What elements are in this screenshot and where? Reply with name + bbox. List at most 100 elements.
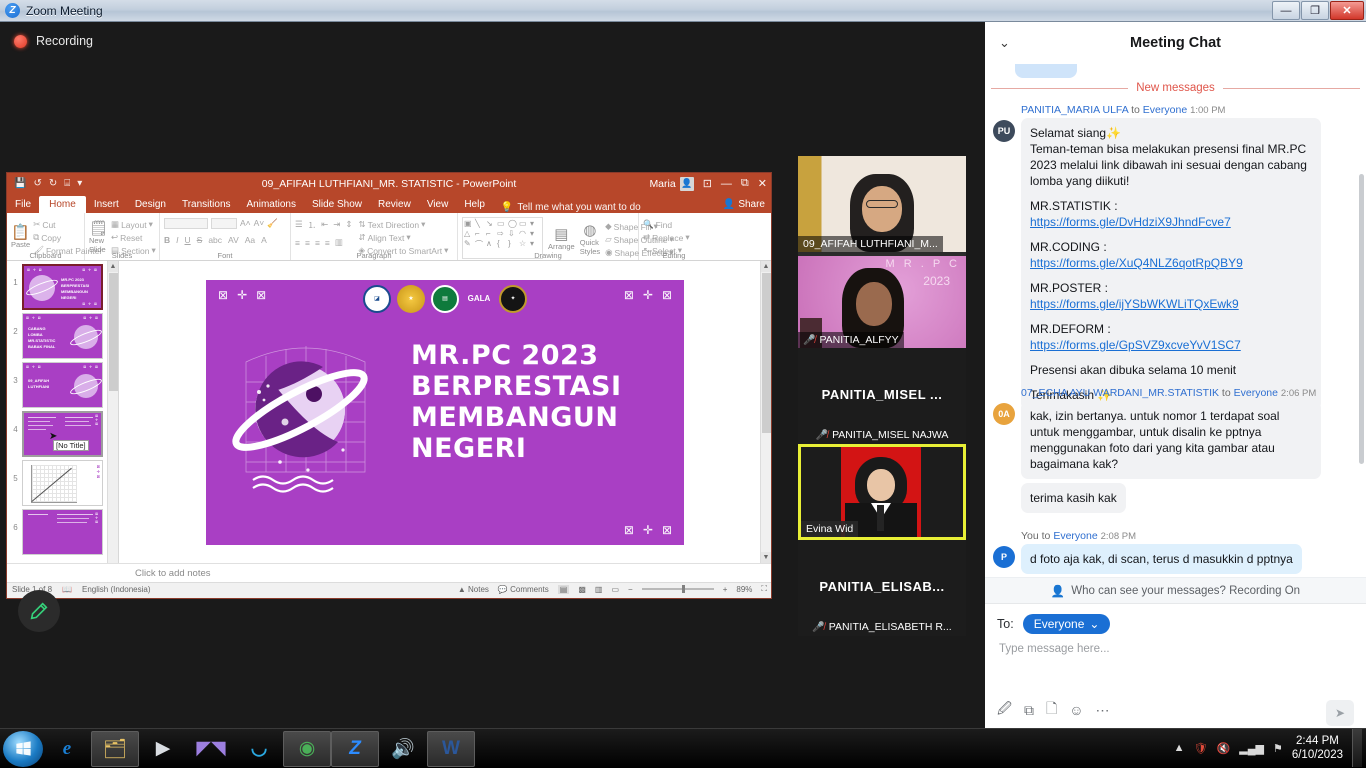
tell-me-search[interactable]: 💡 Tell me what you want to do (501, 202, 641, 213)
increase-font-icon[interactable]: A˄ (240, 218, 251, 228)
ppt-share-button[interactable]: 👤 Share (723, 199, 765, 210)
thumbnail-scrollbar[interactable]: ▲ (107, 261, 118, 563)
slide-scroll-down-icon[interactable]: ▼ (761, 552, 771, 563)
privacy-notice-bar[interactable]: 👤 Who can see your messages? Recording O… (985, 577, 1366, 603)
taskbar-movie-maker[interactable]: ◤◥ (187, 731, 235, 767)
notes-pane[interactable]: Click to add notes (7, 563, 771, 582)
video-tile-evina[interactable]: Evina Wid (798, 444, 966, 540)
copy-button[interactable]: ⧉ Copy (33, 232, 61, 243)
undo-icon[interactable]: ↺ (33, 178, 41, 189)
ppt-close-button[interactable]: ✕ (758, 177, 767, 190)
send-button[interactable]: ➤ (1326, 700, 1354, 726)
slide-sorter-button[interactable]: ▩ (578, 585, 586, 594)
present-icon[interactable]: ⌸ (64, 178, 70, 189)
windows-taskbar[interactable]: e 🗂 ▶ ◤◥ ◡ ◉ Z 🔊 W ▲ 🛡 🔇 ▂▄▆ ⚑ 2:44 PM 6… (0, 728, 1366, 768)
slide-editing-area[interactable]: ⊠ ✛ ⊠ ⊠ ✛ ⊠ ⊠ ✛ ⊠ ◪ ★ ▤ GALA ✦ MR.PC 202… (119, 261, 771, 563)
reset-button[interactable]: ↩ Reset (111, 232, 142, 243)
zoom-slider-knob[interactable] (681, 585, 685, 593)
antivirus-icon[interactable]: 🛡 (1194, 742, 1208, 755)
link-coding[interactable]: https://forms.gle/XuQ4NLZ6qotRpQBY9 (1030, 256, 1243, 270)
underline-button[interactable]: U (185, 235, 191, 245)
chat-message-echa[interactable]: 07_ECHA AYU WARDANI_MR.STATISTIK to Ever… (985, 387, 1366, 513)
file-icon[interactable]: 🗋 (1046, 698, 1057, 722)
slide-thumbnail-6[interactable]: ⊠ ✛ ⊠ (22, 509, 103, 555)
volume-muted-icon[interactable]: 🔇 (1217, 742, 1231, 755)
thumbnail-row-1[interactable]: 1 ⊠ ✛ ⊠ ⊠ ✛ ⊠ MR.PC 2023 BERPRESTASI MEM… (7, 261, 118, 310)
cut-button[interactable]: ✂ Cut (33, 219, 55, 230)
start-button[interactable] (3, 730, 43, 767)
bullets-icon[interactable]: ☰ (295, 219, 303, 230)
zoom-slider[interactable] (641, 585, 714, 593)
shadow-button[interactable]: S (197, 235, 203, 245)
slide-thumbnail-3[interactable]: ⊠ ✛ ⊠ ⊠ ✛ ⊠ 09_AFIFAH LUTHFIANI (22, 362, 103, 408)
tab-help[interactable]: Help (456, 196, 493, 213)
change-case-icon[interactable]: Aa (245, 235, 255, 245)
quick-access-toolbar[interactable]: 💾 ↺ ↻ ⌸ ▾ (14, 178, 82, 189)
slide-scroll-thumb[interactable] (762, 273, 771, 433)
tab-design[interactable]: Design (127, 196, 174, 213)
close-button[interactable]: ✕ (1330, 1, 1364, 20)
action-center-icon[interactable]: ⚑ (1273, 742, 1283, 755)
taskbar-file-explorer[interactable]: 🗂 (91, 730, 139, 767)
align-text-button[interactable]: ⇵ Align Text ▾ (359, 232, 411, 243)
link-deform[interactable]: https://forms.gle/GpSVZ9xcveYvV1SC7 (1030, 338, 1241, 352)
powerpoint-account[interactable]: Maria 👤 (649, 176, 694, 191)
chat-message-maria[interactable]: PANITIA_MARIA ULFA to Everyone 1:00 PM P… (985, 104, 1366, 410)
justify-icon[interactable]: ≡ (325, 238, 330, 248)
decrease-font-icon[interactable]: A˅ (254, 218, 265, 228)
thumbnail-row-3[interactable]: 3 ⊠ ✛ ⊠ ⊠ ✛ ⊠ 09_AFIFAH LUTHFIANI (7, 359, 118, 408)
minimize-button[interactable]: — (1272, 1, 1300, 20)
reading-view-button[interactable]: ▥ (595, 585, 603, 594)
network-icon[interactable]: ▂▄▆ (1239, 742, 1264, 755)
language-label[interactable]: English (Indonesia) (82, 585, 150, 594)
taskbar-microsoft-word[interactable]: W (427, 730, 475, 767)
emoji-icon[interactable]: ☺ (1069, 702, 1083, 718)
slide-thumbnail-5[interactable]: ⊠ ✛ ⊠ (22, 460, 103, 506)
link-statistik[interactable]: https://forms.gle/DvHdziX9JhndFcve7 (1030, 215, 1231, 229)
tab-insert[interactable]: Insert (86, 196, 127, 213)
character-spacing-icon[interactable]: AV (228, 235, 239, 245)
recipient-select[interactable]: Everyone ⌄ (1022, 614, 1111, 634)
taskbar-zoom[interactable]: Z (331, 730, 379, 767)
chevron-down-icon[interactable]: ⌄ (999, 35, 1010, 51)
taskbar-clock[interactable]: 2:44 PM 6/10/2023 (1292, 734, 1343, 762)
clear-formatting-icon[interactable]: 🧹 (267, 218, 278, 229)
text-direction-button[interactable]: ⇅ Text Direction ▾ (359, 219, 426, 230)
format-icon[interactable]: 🖉 (997, 698, 1012, 722)
thumbnail-row-6[interactable]: 6 ⊠ ✛ ⊠ (7, 506, 118, 555)
video-tile-afifah[interactable]: 09_AFIFAH LUTHFIANI_M... (798, 156, 966, 252)
more-icon[interactable]: ⋯ (1096, 702, 1110, 719)
taskbar-microsoft-edge[interactable]: ◡ (235, 731, 283, 767)
show-hidden-icons-button[interactable]: ▲ (1174, 742, 1185, 754)
video-tile-alfyy[interactable]: M R . P C 2023 🎤̸ PANITIA_ALFYY (798, 252, 966, 348)
numbering-icon[interactable]: ⒈ (308, 219, 317, 231)
font-family-select[interactable] (164, 217, 208, 229)
comments-toggle-button[interactable]: 💬 Comments (498, 585, 549, 594)
show-desktop-button[interactable] (1352, 729, 1362, 767)
thumbnail-scroll-up-icon[interactable]: ▲ (108, 261, 118, 272)
link-poster[interactable]: https://forms.gle/ijYSbWKWLiTQxEwk9 (1030, 297, 1239, 311)
slide-thumbnail-4[interactable]: ⊠ ✛ ⊠ [No Title] ➤ (22, 411, 103, 457)
participant-video-strip[interactable]: 09_AFIFAH LUTHFIANI_M... M R . P C 2023 … (798, 156, 966, 638)
zoom-in-button[interactable]: + (723, 585, 728, 594)
slide-thumbnail-pane[interactable]: 1 ⊠ ✛ ⊠ ⊠ ✛ ⊠ MR.PC 2023 BERPRESTASI MEM… (7, 261, 119, 563)
powerpoint-window[interactable]: 💾 ↺ ↻ ⌸ ▾ 09_AFIFAH LUTHFIANI_MR. STATIS… (6, 172, 772, 599)
video-tile-elisabeth[interactable]: PANITIA_ELISAB... 🎤̸ PANITIA_ELISABETH R… (798, 540, 966, 636)
system-tray[interactable]: ▲ 🛡 🔇 ▂▄▆ ⚑ 2:44 PM 6/10/2023 (1174, 728, 1366, 768)
ribbon-display-options-icon[interactable]: ⊡ (703, 177, 712, 190)
strikethrough-button[interactable]: abc (208, 235, 222, 245)
video-tile-misel[interactable]: PANITIA_MISEL ... 🎤̸ PANITIA_MISEL NAJWA (798, 348, 966, 444)
font-color-icon[interactable]: A (261, 235, 267, 245)
replace-button[interactable]: ⇄ Replace ▾ (643, 232, 690, 243)
thumbnail-row-5[interactable]: 5 ⊠ ✛ ⊠ (7, 457, 118, 506)
taskbar-volume-app[interactable]: 🔊 (379, 731, 427, 767)
align-right-icon[interactable]: ≡ (315, 238, 320, 248)
annotation-pencil-button[interactable] (18, 590, 60, 632)
customize-qat-icon[interactable]: ▾ (77, 178, 82, 189)
notes-toggle-button[interactable]: ▲ Notes (458, 585, 489, 594)
taskbar-internet-explorer[interactable]: e (43, 731, 91, 767)
spellcheck-icon[interactable]: 📖 (62, 585, 72, 594)
increase-indent-icon[interactable]: ⇥ (333, 219, 340, 230)
zoom-out-button[interactable]: − (628, 585, 633, 594)
font-size-select[interactable] (211, 217, 237, 229)
